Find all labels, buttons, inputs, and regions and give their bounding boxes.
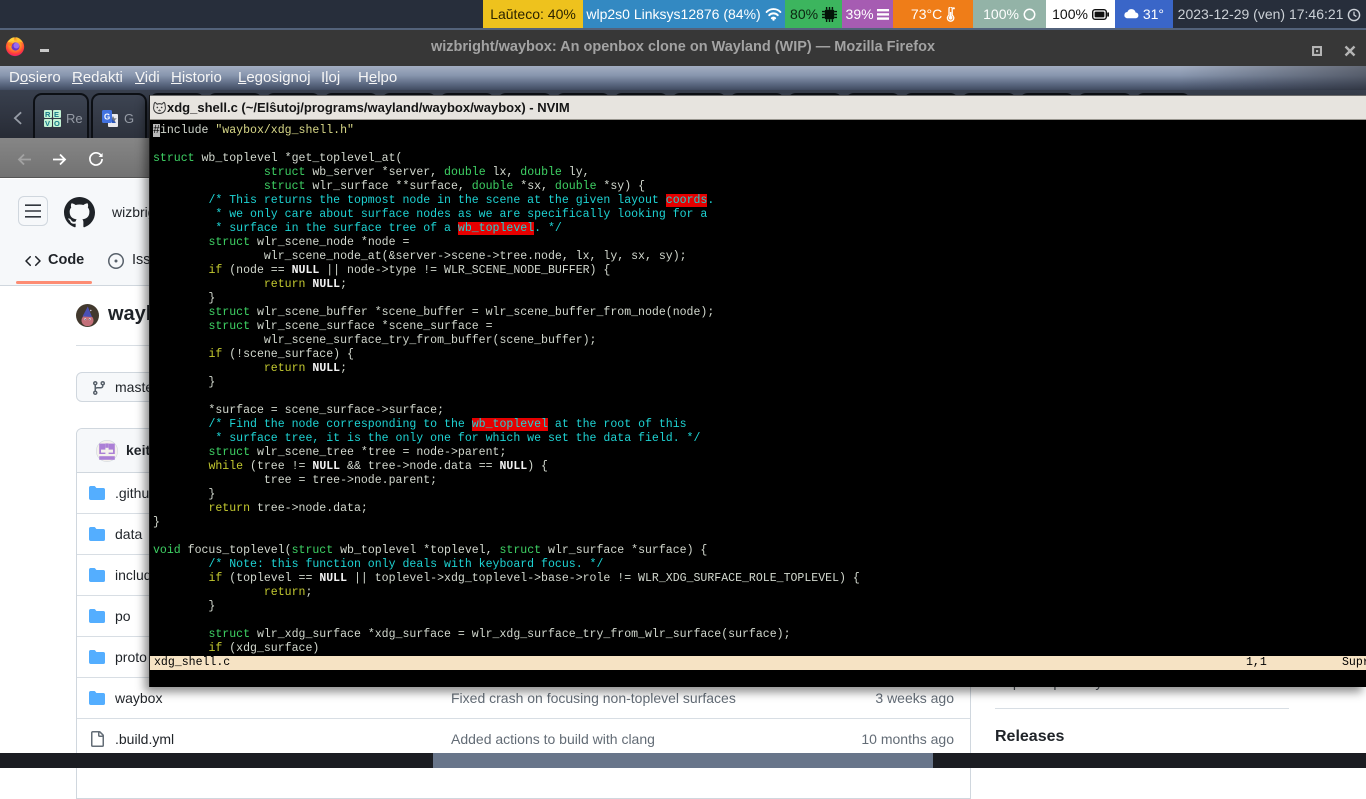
svg-text:V: V (45, 119, 50, 127)
svg-text:G: G (104, 113, 110, 122)
svg-text:R: R (45, 110, 51, 119)
svg-text:E: E (54, 110, 59, 119)
svg-text:O: O (54, 119, 60, 127)
